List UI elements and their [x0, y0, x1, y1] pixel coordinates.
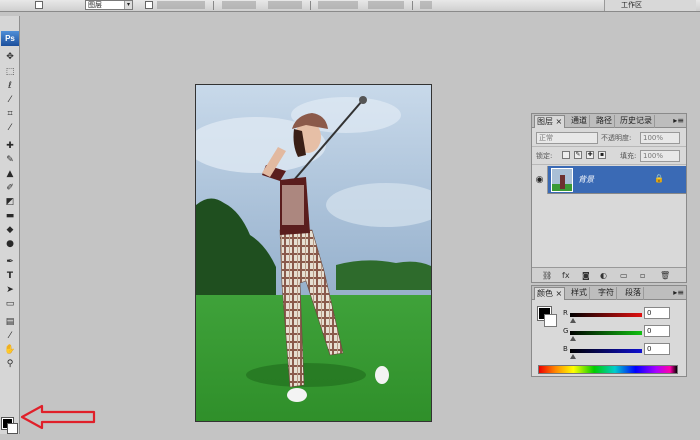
gradient-tool-icon[interactable]: ▬ — [2, 210, 18, 222]
crop-tool-icon[interactable]: ⌗ — [2, 108, 18, 120]
layers-panel: 图层 × 通道 路径 历史记录 ▸≡ 正常 不透明度: 100% 锁定: ✎ ✚… — [531, 113, 687, 283]
panel-menu-icon[interactable]: ▸≡ — [673, 288, 684, 297]
zoom-tool-icon[interactable]: ⚲ — [2, 358, 18, 370]
red-slider[interactable] — [570, 313, 642, 317]
workspace-button[interactable]: 工作区 — [604, 0, 696, 11]
lock-label: 锁定: — [536, 152, 553, 160]
color-panel: 颜色 × 样式 字符 段落 ▸≡ R 0 G 0 B 0 — [531, 285, 687, 377]
blue-value-field[interactable]: 0 — [644, 343, 670, 355]
distribute-buttons-group-1[interactable] — [318, 1, 358, 9]
adjustment-layer-icon[interactable]: ◐ — [600, 271, 607, 280]
separator — [412, 1, 413, 10]
history-brush-tool-icon[interactable]: ✐ — [2, 182, 18, 194]
show-transform-controls-checkbox[interactable] — [145, 1, 153, 9]
tab-color[interactable]: 颜色 × — [534, 287, 566, 300]
separator — [213, 1, 214, 10]
auto-select-target-value: 图层 — [88, 1, 102, 9]
annotation-arrow-icon — [20, 404, 96, 430]
delete-layer-icon[interactable]: 🗑 — [660, 271, 670, 280]
layer-thumbnail-image — [552, 169, 572, 191]
auto-select-checkbox[interactable] — [35, 1, 43, 9]
background-color-swatch[interactable] — [7, 423, 18, 434]
fill-field[interactable]: 100% — [640, 150, 680, 162]
dodge-tool-icon[interactable]: ● — [2, 238, 18, 250]
blue-channel-label: B — [563, 345, 568, 353]
new-group-icon[interactable]: ▭ — [620, 271, 628, 280]
blur-tool-icon[interactable]: ◆ — [2, 224, 18, 236]
lock-position-icon[interactable]: ✚ — [586, 151, 594, 159]
blue-slider-handle[interactable] — [570, 354, 576, 359]
eye-icon[interactable]: ◉ — [532, 166, 548, 194]
brush-tool-icon[interactable]: ✎ — [2, 154, 18, 166]
photoshop-logo[interactable]: Ps — [1, 31, 19, 46]
tab-layers[interactable]: 图层 × — [534, 115, 566, 128]
distribute-buttons-group-2[interactable] — [368, 1, 404, 9]
fill-label: 填充: — [620, 152, 637, 160]
tab-history[interactable]: 历史记录 — [618, 115, 655, 128]
lock-transparent-pixels-icon[interactable] — [562, 151, 570, 159]
auto-select-target-dropdown[interactable]: 图层 ▾ — [85, 0, 133, 10]
color-panel-background-swatch[interactable] — [544, 314, 557, 327]
move-tool-icon[interactable]: ✥ — [2, 51, 18, 63]
golfer-photo — [196, 85, 431, 421]
layer-style-icon[interactable]: fx — [562, 271, 570, 280]
layers-panel-tabs: 图层 × 通道 路径 历史记录 ▸≡ — [532, 114, 686, 128]
auto-align-button[interactable] — [420, 1, 432, 9]
red-slider-handle[interactable] — [570, 318, 576, 323]
blend-row: 正常 不透明度: 100% — [532, 129, 686, 147]
green-slider[interactable] — [570, 331, 642, 335]
marquee-tool-icon[interactable]: ⬚ — [2, 66, 18, 78]
type-tool-icon[interactable]: T — [2, 270, 18, 282]
show-transform-controls-label — [157, 1, 205, 9]
panel-menu-icon[interactable]: ▸≡ — [673, 116, 684, 125]
notes-tool-icon[interactable]: ▤ — [2, 316, 18, 328]
tab-character[interactable]: 字符 — [596, 287, 617, 300]
lock-image-pixels-icon[interactable]: ✎ — [574, 151, 582, 159]
green-slider-handle[interactable] — [570, 336, 576, 341]
color-spectrum-ramp[interactable] — [538, 365, 678, 374]
red-value-field[interactable]: 0 — [644, 307, 670, 319]
tab-paths[interactable]: 路径 — [594, 115, 615, 128]
pen-tool-icon[interactable]: ✒ — [2, 256, 18, 268]
separator — [310, 1, 311, 10]
link-layers-icon[interactable]: ⛓ — [542, 271, 552, 280]
blue-slider[interactable] — [570, 349, 642, 353]
layers-footer: ⛓ fx ◙ ◐ ▭ ▫ 🗑 — [532, 267, 686, 282]
layer-name[interactable]: 背景 — [578, 174, 594, 185]
tab-channels[interactable]: 通道 — [569, 115, 590, 128]
opacity-label: 不透明度: — [601, 134, 632, 142]
document-canvas[interactable] — [195, 84, 432, 422]
chevron-down-icon: ▾ — [124, 1, 132, 9]
eraser-tool-icon[interactable]: ◩ — [2, 196, 18, 208]
hand-tool-icon[interactable]: ✋ — [2, 344, 18, 356]
green-value-field[interactable]: 0 — [644, 325, 670, 337]
align-buttons-group-1[interactable] — [222, 1, 256, 9]
red-channel-label: R — [563, 309, 568, 317]
clone-stamp-tool-icon[interactable]: ▲ — [2, 168, 18, 180]
lock-all-icon[interactable]: ▪ — [598, 151, 606, 159]
options-bar: 图层 ▾ 工作区 — [0, 0, 700, 12]
blend-mode-dropdown[interactable]: 正常 — [536, 132, 598, 144]
layer-thumbnail — [551, 168, 573, 192]
align-buttons-group-2[interactable] — [268, 1, 302, 9]
layer-mask-icon[interactable]: ◙ — [582, 271, 590, 280]
lasso-tool-icon[interactable]: ℓ — [2, 80, 18, 92]
new-layer-icon[interactable]: ▫ — [640, 271, 645, 280]
workspace-label: 工作区 — [621, 1, 642, 9]
color-panel-tabs: 颜色 × 样式 字符 段落 ▸≡ — [532, 286, 686, 300]
slice-tool-icon[interactable]: ⁄ — [2, 122, 18, 134]
healing-brush-tool-icon[interactable]: ✚ — [2, 140, 18, 152]
tab-styles[interactable]: 样式 — [569, 287, 590, 300]
layer-row-background[interactable]: ◉ 背景 🔒 — [532, 166, 686, 194]
lock-icon: 🔒 — [654, 174, 664, 183]
tab-paragraph[interactable]: 段落 — [623, 287, 644, 300]
eyedropper-tool-icon[interactable]: ⁄ — [2, 330, 18, 342]
shape-tool-icon[interactable]: ▭ — [2, 298, 18, 310]
toolbox: Ps ✥ ⬚ ℓ ⁄ ⌗ ⁄ ✚ ✎ ▲ ✐ ◩ ▬ ◆ ● ✒ T ➤ ▭ ▤… — [0, 16, 20, 434]
magic-wand-tool-icon[interactable]: ⁄ — [2, 94, 18, 106]
lock-row: 锁定: ✎ ✚ ▪ 填充: 100% — [532, 147, 686, 165]
path-selection-tool-icon[interactable]: ➤ — [2, 284, 18, 296]
green-channel-label: G — [563, 327, 569, 335]
opacity-field[interactable]: 100% — [640, 132, 680, 144]
